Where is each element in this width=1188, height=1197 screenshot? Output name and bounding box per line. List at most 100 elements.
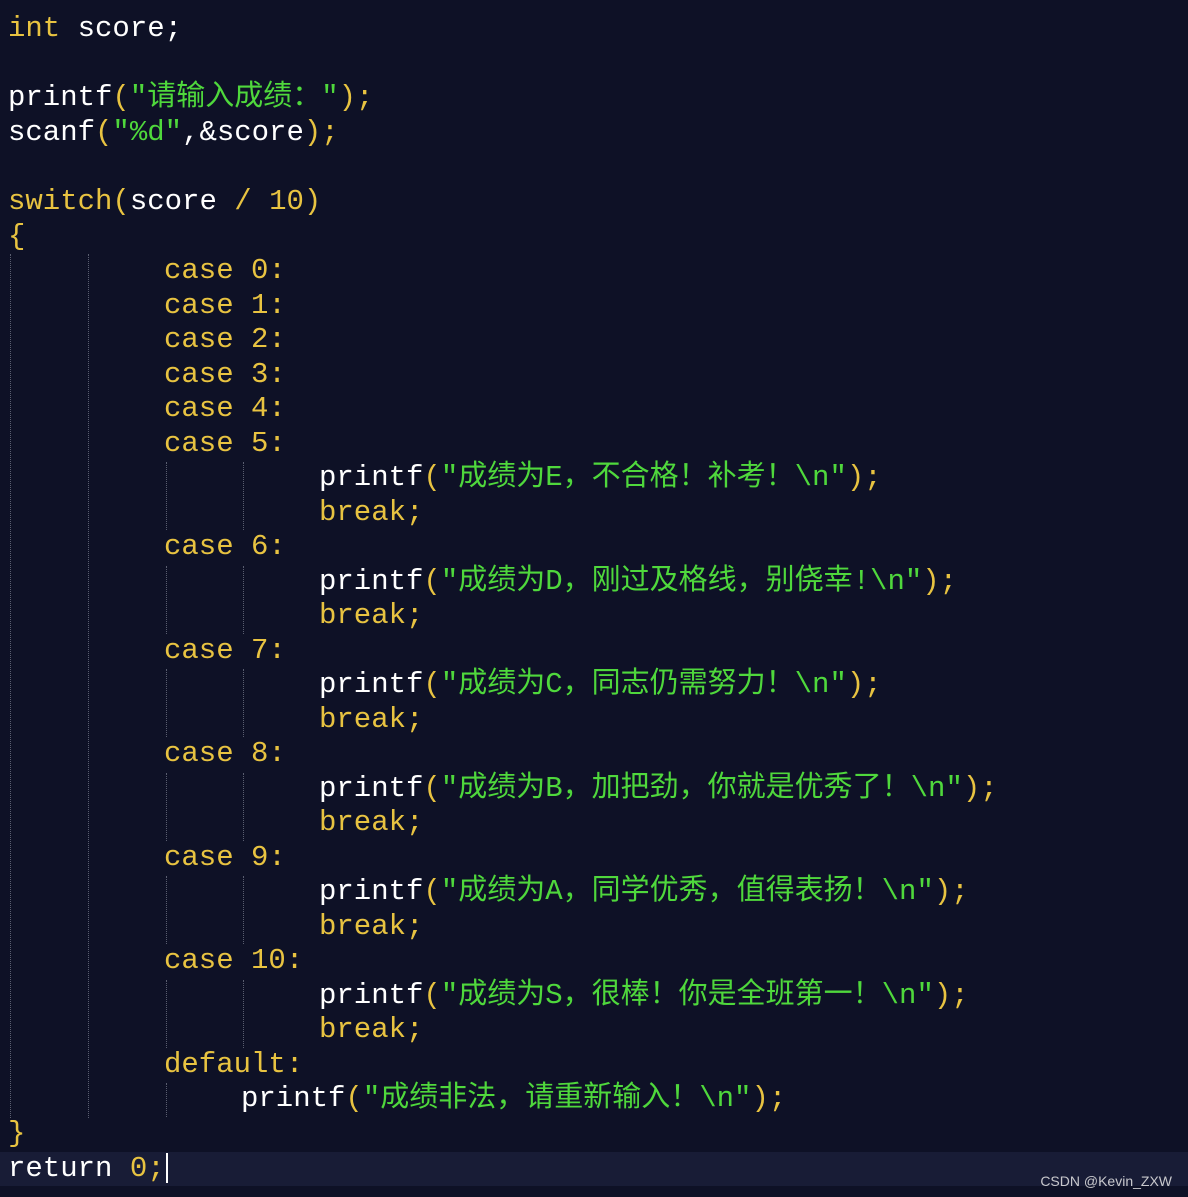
case-label: 2: <box>233 323 286 356</box>
punctuation: ( <box>423 461 441 494</box>
punctuation: ); <box>751 1082 787 1115</box>
case-label: 7: <box>233 634 286 667</box>
keyword: case <box>164 841 234 874</box>
punctuation: ; <box>147 1152 165 1185</box>
function-name: printf <box>319 772 424 805</box>
function-name: scanf <box>8 116 96 149</box>
code-line[interactable]: break; <box>319 1013 423 1047</box>
indent-guide <box>166 462 167 530</box>
code-line[interactable]: switch(score / 10) <box>8 185 321 219</box>
watermark: CSDN @Kevin_ZXW <box>1040 1173 1172 1189</box>
keyword: case <box>164 289 234 322</box>
code-line[interactable]: printf("成绩为S，很棒！你是全班第一！\n"); <box>319 979 969 1013</box>
keyword: break; <box>319 806 424 839</box>
punctuation: ); <box>846 668 882 701</box>
code-line[interactable]: break; <box>319 496 423 530</box>
string-literal: "成绩非法，请重新输入！\n" <box>362 1082 752 1115</box>
indent-guide <box>166 876 167 944</box>
indent-guide <box>243 669 244 737</box>
punctuation: ); <box>303 116 339 149</box>
code-line[interactable]: case 2: <box>164 323 286 357</box>
code-line[interactable]: scanf("%d",&score); <box>8 116 339 150</box>
keyword: break; <box>319 599 424 632</box>
code-line[interactable]: printf("成绩为D，刚过及格线，别侥幸!\n"); <box>319 565 957 599</box>
case-label: 10: <box>233 944 304 977</box>
current-line-highlight <box>0 1152 1188 1186</box>
string-literal: "请输入成绩：" <box>129 81 339 114</box>
code-line[interactable]: case 0: <box>164 254 286 288</box>
code-line[interactable]: break; <box>319 806 423 840</box>
code-line[interactable]: case 1: <box>164 289 286 323</box>
code-line[interactable]: break; <box>319 599 423 633</box>
punctuation: ); <box>933 979 969 1012</box>
function-name: printf <box>319 875 424 908</box>
case-label: 1: <box>233 289 286 322</box>
keyword: case <box>164 358 234 391</box>
keyword: case <box>164 737 234 770</box>
case-label: 5: <box>233 427 286 460</box>
keyword: case <box>164 634 234 667</box>
function-name: printf <box>8 81 113 114</box>
keyword: case <box>164 323 234 356</box>
code-line[interactable]: break; <box>319 910 423 944</box>
code-line[interactable]: case 5: <box>164 427 286 461</box>
keyword: case <box>164 254 234 287</box>
keyword: int <box>8 12 61 45</box>
code-line[interactable]: case 3: <box>164 358 286 392</box>
code-line[interactable]: int score; <box>8 12 182 46</box>
indent-guide <box>243 566 244 634</box>
text-cursor <box>165 1153 168 1184</box>
code-line[interactable]: case 8: <box>164 737 286 771</box>
punctuation: ( <box>423 565 441 598</box>
code-line[interactable]: return 0; <box>8 1152 168 1186</box>
punctuation: ( <box>423 875 441 908</box>
keyword: break; <box>319 703 424 736</box>
code-line[interactable]: printf("成绩为A，同学优秀，值得表扬！\n"); <box>319 875 969 909</box>
keyword: default: <box>164 1048 304 1081</box>
code-line[interactable]: default: <box>164 1048 303 1082</box>
string-literal: "成绩为A，同学优秀，值得表扬！\n" <box>440 875 934 908</box>
code-line[interactable]: } <box>8 1117 25 1151</box>
keyword: break; <box>319 496 424 529</box>
code-line[interactable]: break; <box>319 703 423 737</box>
identifier: score <box>129 185 217 218</box>
indent-guide <box>166 1083 167 1117</box>
code-line[interactable]: printf("成绩为E，不合格！补考！\n"); <box>319 461 882 495</box>
string-literal: "成绩为C，同志仍需努力！\n" <box>440 668 847 701</box>
code-line[interactable]: printf("成绩为B，加把劲，你就是优秀了！\n"); <box>319 772 998 806</box>
indent-guide <box>243 462 244 530</box>
code-line[interactable]: case 7: <box>164 634 286 668</box>
code-editor[interactable]: int score; printf("请输入成绩："); scanf("%d",… <box>0 0 1188 1197</box>
punctuation: ( <box>423 668 441 701</box>
code-line[interactable]: printf("成绩为C，同志仍需努力！\n"); <box>319 668 882 702</box>
indent-guide <box>243 980 244 1048</box>
code-line[interactable]: case 10: <box>164 944 303 978</box>
indent-guide <box>243 876 244 944</box>
code-line[interactable]: printf("请输入成绩："); <box>8 81 373 115</box>
operator: / <box>216 185 270 218</box>
punctuation: ); <box>933 875 969 908</box>
string-literal: "成绩为E，不合格！补考！\n" <box>440 461 847 494</box>
case-label: 3: <box>233 358 286 391</box>
punctuation: ( <box>345 1082 363 1115</box>
code-line[interactable]: printf("成绩非法，请重新输入！\n"); <box>241 1082 786 1116</box>
punctuation: ); <box>922 565 958 598</box>
code-line[interactable]: case 6: <box>164 530 286 564</box>
indent-guide <box>166 773 167 841</box>
case-label: 9: <box>233 841 286 874</box>
function-name: printf <box>319 461 424 494</box>
keyword: case <box>164 530 234 563</box>
code-line[interactable]: case 4: <box>164 392 286 426</box>
punctuation: ) <box>303 185 322 218</box>
punctuation: ); <box>962 772 998 805</box>
indent-guide <box>243 773 244 841</box>
keyword: return <box>8 1152 113 1185</box>
number-literal: 0 <box>112 1152 148 1185</box>
punctuation: ( <box>423 979 441 1012</box>
code-text: score; <box>60 12 183 45</box>
number-literal: 10 <box>269 185 304 218</box>
code-line[interactable]: { <box>8 220 25 254</box>
code-line[interactable]: case 9: <box>164 841 286 875</box>
indent-guide <box>88 254 89 1118</box>
function-name: printf <box>319 565 424 598</box>
